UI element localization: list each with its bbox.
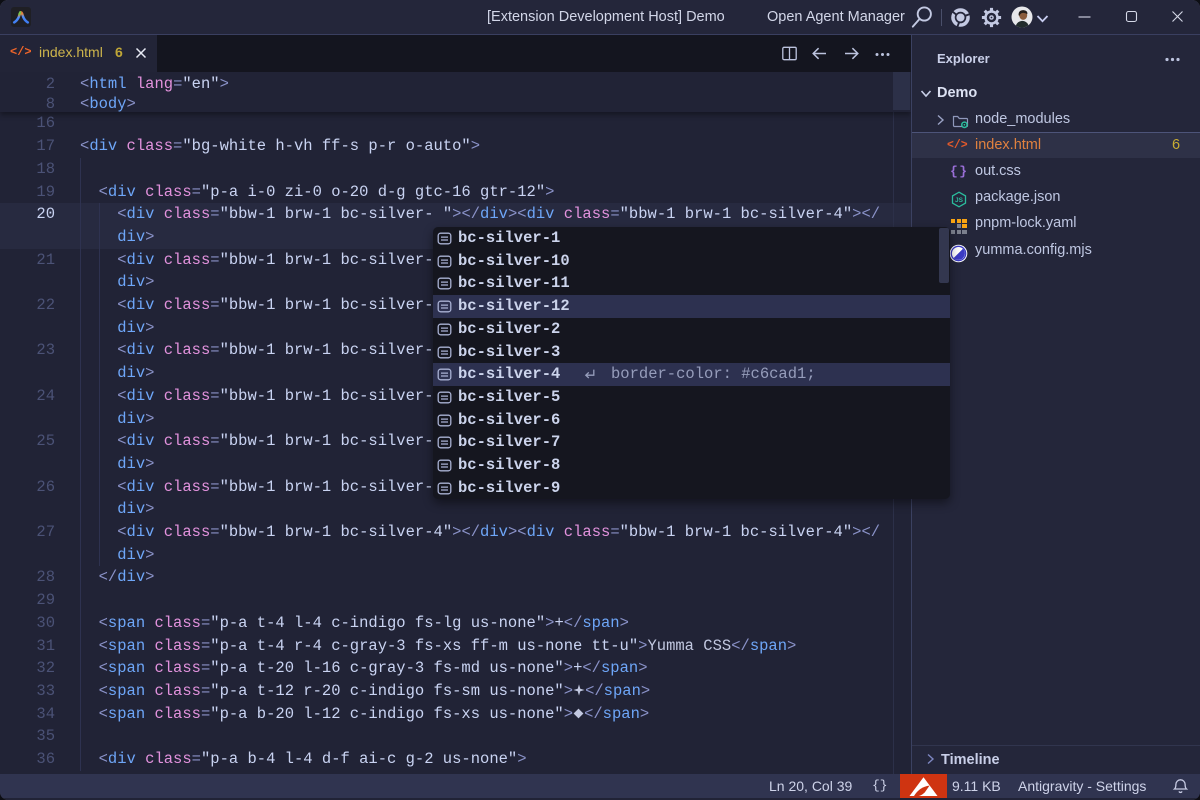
svg-text:JS: JS xyxy=(955,197,964,204)
